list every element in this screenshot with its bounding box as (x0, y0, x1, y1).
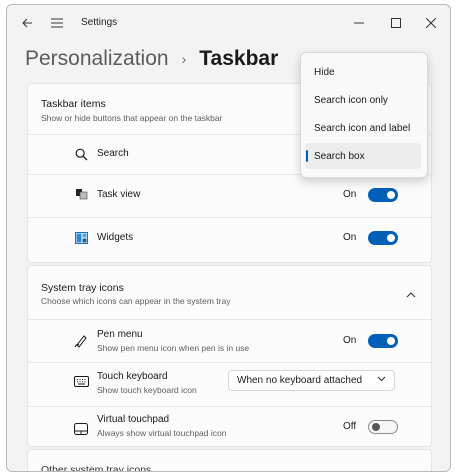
divider (28, 362, 431, 363)
divider (28, 406, 431, 407)
system-tray-description: Choose which icons can appear in the sys… (41, 296, 231, 306)
task-view-icon (73, 187, 89, 201)
menu-item-hide[interactable]: Hide (305, 59, 421, 85)
touch-keyboard-select-value: When no keyboard attached (237, 375, 363, 386)
virtual-touchpad-label: Virtual touchpad (97, 414, 170, 425)
touchpad-icon (73, 422, 89, 436)
pen-menu-state: On (343, 335, 357, 346)
virtual-touchpad-state: Off (343, 421, 357, 432)
title-bar: Settings (7, 5, 450, 41)
task-view-label: Task view (97, 189, 141, 200)
back-arrow-icon[interactable] (17, 13, 37, 33)
chevron-down-icon (377, 374, 386, 385)
pen-menu-toggle[interactable] (368, 334, 398, 348)
pen-menu-description: Show pen menu icon when pen is in use (97, 343, 250, 353)
touch-keyboard-select[interactable]: When no keyboard attached (228, 370, 395, 391)
page-title: Taskbar (199, 47, 279, 70)
breadcrumb: Personalization › Taskbar (25, 42, 278, 76)
search-dropdown-menu: Hide Search icon only Search icon and la… (300, 52, 428, 178)
minimize-icon[interactable] (349, 13, 369, 33)
pen-menu-label: Pen menu (97, 329, 143, 340)
search-label: Search (97, 148, 129, 159)
task-view-state: On (343, 189, 357, 200)
settings-window: Settings Personalization › Taskbar Taskb… (6, 4, 451, 472)
divider (28, 319, 431, 320)
menu-item-search-icon-and-label[interactable]: Search icon and label (305, 115, 421, 141)
virtual-touchpad-description: Always show virtual touchpad icon (97, 428, 227, 438)
widgets-toggle[interactable] (368, 231, 398, 245)
app-title: Settings (81, 17, 118, 28)
chevron-up-icon[interactable] (403, 287, 419, 301)
task-view-toggle[interactable] (368, 188, 398, 202)
system-tray-title: System tray icons (41, 282, 124, 294)
search-icon (73, 147, 89, 161)
touch-keyboard-description: Show touch keyboard icon (97, 385, 197, 395)
close-icon[interactable] (421, 13, 441, 33)
taskbar-items-title: Taskbar items (41, 98, 106, 110)
breadcrumb-parent[interactable]: Personalization (25, 47, 169, 71)
virtual-touchpad-toggle[interactable] (368, 420, 398, 434)
other-tray-card[interactable]: Other system tray icons (27, 449, 432, 472)
widgets-state: On (343, 232, 357, 243)
taskbar-items-description: Show or hide buttons that appear on the … (41, 113, 223, 123)
widgets-label: Widgets (97, 232, 134, 243)
breadcrumb-separator: › (181, 51, 187, 67)
divider (28, 217, 431, 218)
other-tray-title: Other system tray icons (41, 464, 152, 472)
keyboard-icon (73, 374, 89, 388)
pen-icon (73, 334, 89, 348)
hamburger-menu-icon[interactable] (47, 13, 67, 33)
maximize-icon[interactable] (386, 13, 406, 33)
touch-keyboard-label: Touch keyboard (97, 371, 168, 382)
menu-item-search-box[interactable]: Search box (305, 143, 421, 169)
system-tray-card: System tray icons Choose which icons can… (27, 265, 432, 447)
widgets-icon (73, 231, 89, 245)
menu-item-search-icon-only[interactable]: Search icon only (305, 87, 421, 113)
